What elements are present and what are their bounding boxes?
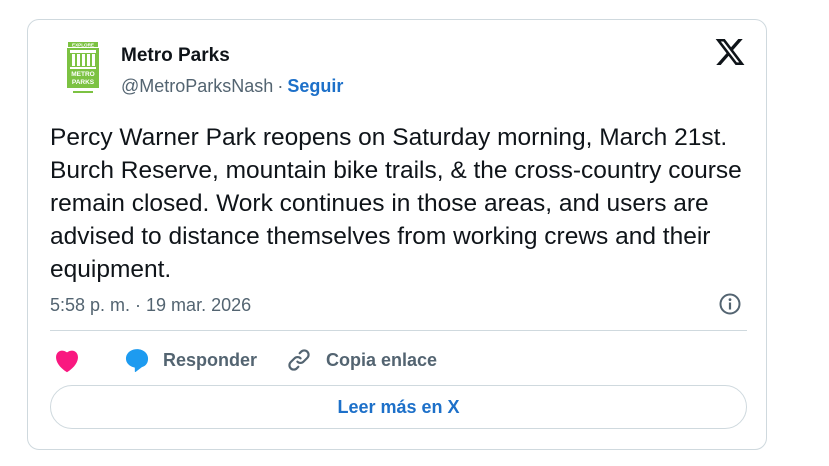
copy-link-button[interactable]: Copia enlace bbox=[257, 347, 437, 373]
tweet-card: EXPLORE METRO PARKS Metro Parks @MetroPa… bbox=[27, 19, 767, 450]
action-bar: Responder Copia enlace bbox=[50, 346, 437, 374]
copy-link-label: Copia enlace bbox=[326, 349, 438, 370]
tweet-text: Percy Warner Park reopens on Saturday mo… bbox=[50, 124, 742, 283]
tweet-timestamp[interactable]: 5:58 p. m. · 19 mar. 2026 bbox=[50, 293, 251, 317]
display-name[interactable]: Metro Parks bbox=[121, 44, 343, 68]
read-more-button[interactable]: Leer más en X bbox=[50, 385, 747, 429]
avatar-metro-text: METRO bbox=[71, 71, 94, 78]
account-handle[interactable]: @MetroParksNash bbox=[121, 76, 273, 96]
handle-separator: · bbox=[277, 76, 284, 96]
x-logo-icon[interactable] bbox=[714, 39, 746, 69]
reply-label: Responder bbox=[163, 349, 258, 370]
author-block: Metro Parks @MetroParksNash · Seguir bbox=[121, 44, 343, 98]
reply-button[interactable]: Responder bbox=[81, 347, 257, 373]
info-icon[interactable] bbox=[718, 292, 742, 316]
handle-row: @MetroParksNash · Seguir bbox=[121, 74, 343, 98]
follow-button[interactable]: Seguir bbox=[287, 76, 343, 96]
link-icon bbox=[288, 349, 310, 371]
like-button[interactable] bbox=[50, 347, 81, 373]
avatar-parks-text: PARKS bbox=[72, 79, 95, 86]
metro-parks-logo-avatar[interactable]: EXPLORE METRO PARKS bbox=[64, 42, 102, 100]
reply-bubble-icon bbox=[125, 349, 149, 373]
divider bbox=[50, 330, 747, 331]
heart-icon bbox=[56, 350, 78, 373]
avatar-explore-text: EXPLORE bbox=[72, 42, 94, 47]
